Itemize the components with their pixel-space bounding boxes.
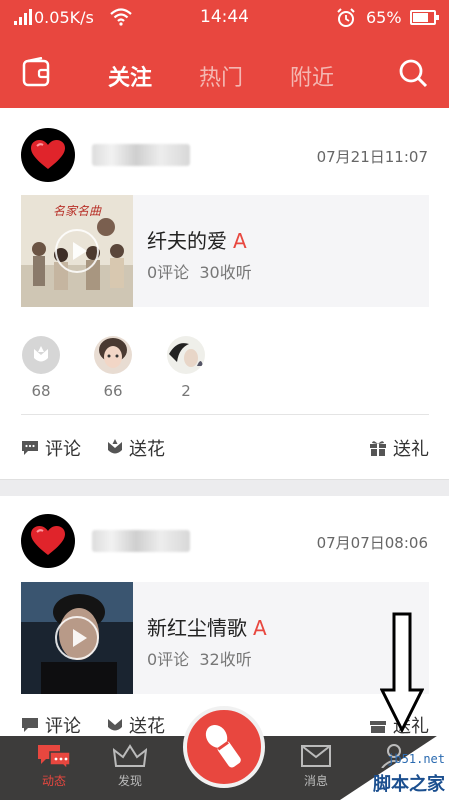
send-gift-label: 送礼 <box>393 439 429 460</box>
grade-badge: A <box>253 616 267 640</box>
comment-button[interactable]: 评论 <box>21 435 81 461</box>
flower-count: 2 <box>181 382 191 400</box>
send-flower-button[interactable]: 送花 <box>107 435 165 461</box>
tab-following[interactable]: 关注 <box>108 60 152 92</box>
comment-label: 评论 <box>45 716 81 737</box>
song-media-card[interactable]: 名家名曲 纤夫的爱 A 0评论 30收听 <box>21 195 429 307</box>
song-cover[interactable]: 名家名曲 <box>21 195 133 307</box>
song-cover[interactable] <box>21 582 133 694</box>
wallet-icon[interactable] <box>22 57 50 87</box>
send-flower-label: 送花 <box>129 716 165 737</box>
status-bar: 0.05K/s 14:44 65% <box>0 0 449 36</box>
flower-count: 68 <box>31 382 51 400</box>
tab-nearby[interactable]: 附近 <box>290 60 334 92</box>
play-icon[interactable] <box>55 616 99 660</box>
song-title-row[interactable]: 新红尘情歌 A <box>147 612 267 641</box>
comment-button[interactable]: 评论 <box>21 712 81 738</box>
feed-divider <box>0 479 449 496</box>
grade-badge: A <box>233 229 247 253</box>
song-stats: 0评论 30收听 <box>147 259 252 283</box>
send-flower-button[interactable]: 送花 <box>107 712 165 738</box>
post-datetime: 07月21日11:07 <box>316 148 428 166</box>
heart-icon <box>31 140 65 169</box>
avatar[interactable] <box>22 336 60 374</box>
watermark-text: 脚本之家 <box>373 774 445 795</box>
post-datetime: 07月07日08:06 <box>316 534 428 552</box>
avatar[interactable] <box>167 336 205 374</box>
song-title[interactable]: 纤夫的爱 <box>147 229 227 253</box>
flower-icon <box>108 439 122 454</box>
top-nav-bar: 关注 热门 附近 <box>0 36 449 108</box>
comment-icon <box>22 441 38 455</box>
flower-giver[interactable]: 66 <box>93 336 133 400</box>
tab-discover-label: 发现 <box>117 774 142 788</box>
listen-count: 32收听 <box>199 650 252 669</box>
flower-giver[interactable]: 68 <box>21 336 61 400</box>
flower-icon <box>34 346 48 362</box>
gift-icon <box>370 441 386 456</box>
flower-icon <box>108 719 122 731</box>
heart-icon <box>31 526 65 555</box>
chat-bubbles-icon <box>38 745 71 769</box>
song-media-card[interactable]: 新红尘情歌 A 0评论 32收听 <box>21 582 429 694</box>
divider <box>21 414 429 415</box>
send-gift-button[interactable]: 送礼 <box>369 435 429 461</box>
crown-icon <box>113 744 147 767</box>
battery-icon <box>410 10 439 25</box>
tab-hot[interactable]: 热门 <box>199 60 243 92</box>
comment-count: 0评论 <box>147 650 190 669</box>
tab-feed[interactable]: 动态 <box>24 740 84 789</box>
tab-discover[interactable]: 发现 <box>100 740 160 789</box>
avatar[interactable] <box>94 336 132 374</box>
watermark-url: jb51.net <box>387 752 445 766</box>
listen-count: 30收听 <box>199 263 252 282</box>
cover-caption: 名家名曲 <box>53 204 102 218</box>
comment-label: 评论 <box>45 439 81 460</box>
send-flower-label: 送花 <box>129 439 165 460</box>
annotation-arrow <box>380 612 424 732</box>
flower-count: 66 <box>103 382 123 400</box>
comment-icon <box>22 718 38 732</box>
watermark: jb51.net 脚本之家 <box>300 728 449 800</box>
feed-item[interactable]: 07月21日11:07 名家名曲 纤夫的爱 A 0评论 30收听 68 66 2… <box>0 108 449 479</box>
search-icon[interactable] <box>398 58 428 88</box>
play-icon[interactable] <box>55 229 99 273</box>
avatar[interactable] <box>21 128 75 182</box>
username-blurred <box>92 144 190 166</box>
song-stats: 0评论 32收听 <box>147 646 252 670</box>
record-button[interactable] <box>183 706 265 788</box>
song-title[interactable]: 新红尘情歌 <box>147 616 247 640</box>
microphone-icon <box>205 724 241 768</box>
alarm-icon <box>337 8 355 27</box>
action-bar: 评论 送花 送礼 <box>21 435 429 465</box>
avatar[interactable] <box>21 514 75 568</box>
song-title-row[interactable]: 纤夫的爱 A <box>147 225 247 254</box>
comment-count: 0评论 <box>147 263 190 282</box>
battery-percent: 65% <box>366 8 402 27</box>
username-blurred <box>92 530 190 552</box>
flower-givers: 68 66 2 <box>21 336 221 406</box>
flower-giver[interactable]: 2 <box>166 336 206 400</box>
tab-feed-label: 动态 <box>41 774 66 788</box>
